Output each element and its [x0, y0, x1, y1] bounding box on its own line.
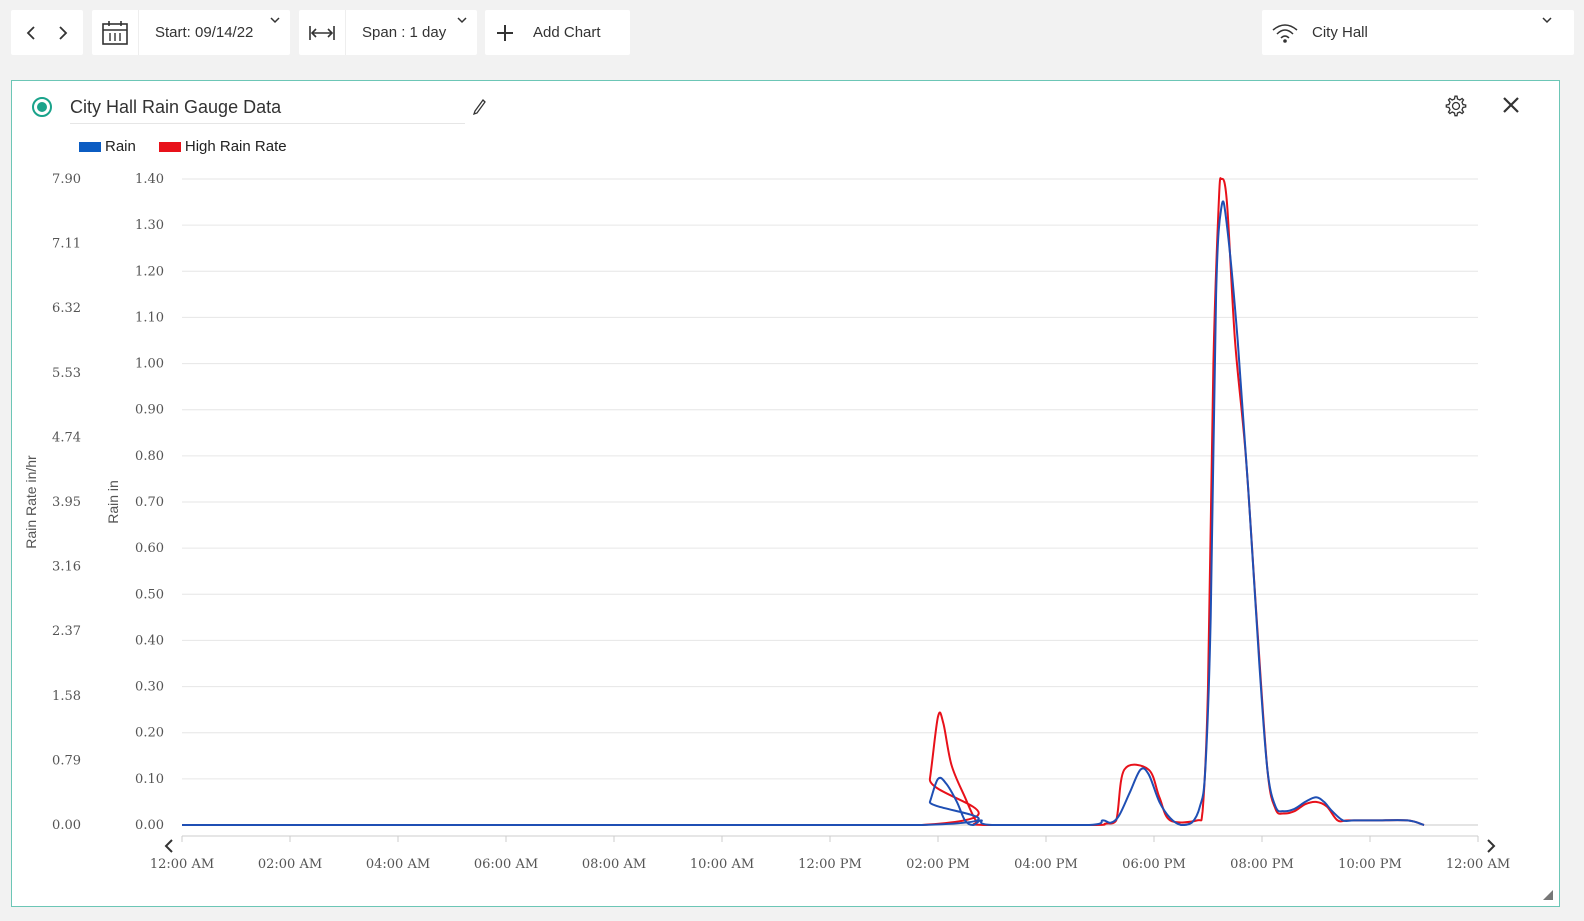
y-tick-label-rain-rate: 7.90 — [52, 172, 81, 187]
y-tick-label-rain-rate: 3.16 — [52, 560, 81, 575]
y-tick-label-rain-rate: 3.95 — [52, 495, 81, 510]
scroll-right-icon[interactable] — [1487, 839, 1496, 853]
y-tick-label-rain-rate: 0.79 — [52, 753, 81, 768]
x-tick-label: 12:00 AM — [150, 857, 214, 872]
rain-chart: 0.00 0.10 0.20 0.30 0.40 0.50 0.60 0.70 0.80 0.90… — [23, 172, 1510, 872]
x-tick-label: 06:00 AM — [474, 857, 538, 872]
x-tick-label: 08:00 PM — [1230, 857, 1294, 872]
add-chart-button[interactable]: Add Chart — [485, 10, 630, 55]
chevron-down-icon — [270, 17, 280, 24]
series-line-rain — [182, 200, 1425, 827]
y-tick-label-rain: 1.00 — [135, 357, 164, 372]
y-tick-label-rain: 0.20 — [135, 726, 164, 741]
span-arrows-icon — [299, 10, 346, 55]
y-axis-title-rain-rate: Rain Rate in/hr — [23, 455, 39, 549]
add-chart-label: Add Chart — [533, 24, 601, 41]
y-tick-label-rain: 0.70 — [135, 495, 164, 510]
y-tick-label-rain: 1.10 — [135, 310, 164, 325]
y-tick-label-rain-rate: 4.74 — [52, 430, 81, 445]
site-selector[interactable]: City Hall — [1262, 10, 1574, 55]
y-tick-label-rain-rate: 2.37 — [52, 624, 81, 639]
y-tick-label-rain-rate: 5.53 — [52, 366, 81, 381]
y-tick-label-rain: 0.90 — [135, 403, 164, 418]
y-tick-label-rain: 0.00 — [135, 818, 164, 833]
start-date-picker[interactable]: Start: 09/14/22 — [92, 10, 290, 55]
y-tick-label-rain-rate: 1.58 — [52, 689, 81, 704]
y-tick-label-rain: 0.60 — [135, 541, 164, 556]
span-selector[interactable]: Span : 1 day — [299, 10, 477, 55]
y-tick-label-rain-rate: 6.32 — [52, 301, 81, 316]
start-date-label: Start: 09/14/22 — [155, 24, 254, 41]
y-tick-label-rain: 0.80 — [135, 449, 164, 464]
chart-panel: City Hall Rain Gauge Data Rain High Rain… — [11, 80, 1560, 907]
y-axis-title-rain: Rain in — [105, 480, 121, 524]
y-tick-label-rain: 0.10 — [135, 772, 164, 787]
chevron-down-icon — [457, 17, 467, 24]
y-tick-label-rain: 0.30 — [135, 680, 164, 695]
y-tick-label-rain: 0.40 — [135, 633, 164, 648]
x-tick-label: 04:00 AM — [366, 857, 430, 872]
y-tick-label-rain-rate: 7.11 — [52, 237, 81, 252]
y-tick-label-rain-rate: 0.00 — [52, 818, 81, 833]
resize-handle-icon[interactable] — [1543, 890, 1553, 900]
site-label: City Hall — [1312, 24, 1368, 41]
x-tick-label: 10:00 PM — [1338, 857, 1402, 872]
x-tick-label: 12:00 AM — [1446, 857, 1510, 872]
y-tick-label-rain: 1.20 — [135, 264, 164, 279]
scroll-left-icon[interactable] — [164, 839, 173, 853]
y-tick-label-rain: 1.40 — [135, 172, 164, 187]
x-tick-label: 04:00 PM — [1014, 857, 1078, 872]
calendar-icon — [92, 10, 139, 55]
chevron-right-icon — [59, 25, 68, 40]
chevron-down-icon — [1542, 17, 1552, 24]
x-tick-label: 10:00 AM — [690, 857, 754, 872]
x-tick-label: 08:00 AM — [582, 857, 646, 872]
y-tick-label-rain: 1.30 — [135, 218, 164, 233]
plus-icon — [485, 10, 525, 55]
x-tick-label: 02:00 AM — [258, 857, 322, 872]
time-navigation — [11, 10, 83, 55]
span-label: Span : 1 day — [362, 24, 447, 41]
next-button[interactable] — [49, 15, 77, 51]
chevron-left-icon — [26, 25, 35, 40]
previous-button[interactable] — [17, 15, 45, 51]
y-tick-label-rain: 0.50 — [135, 587, 164, 602]
wifi-signal-icon — [1262, 10, 1308, 55]
x-tick-label: 06:00 PM — [1122, 857, 1186, 872]
x-tick-label: 12:00 PM — [798, 857, 862, 872]
x-tick-label: 02:00 PM — [906, 857, 970, 872]
